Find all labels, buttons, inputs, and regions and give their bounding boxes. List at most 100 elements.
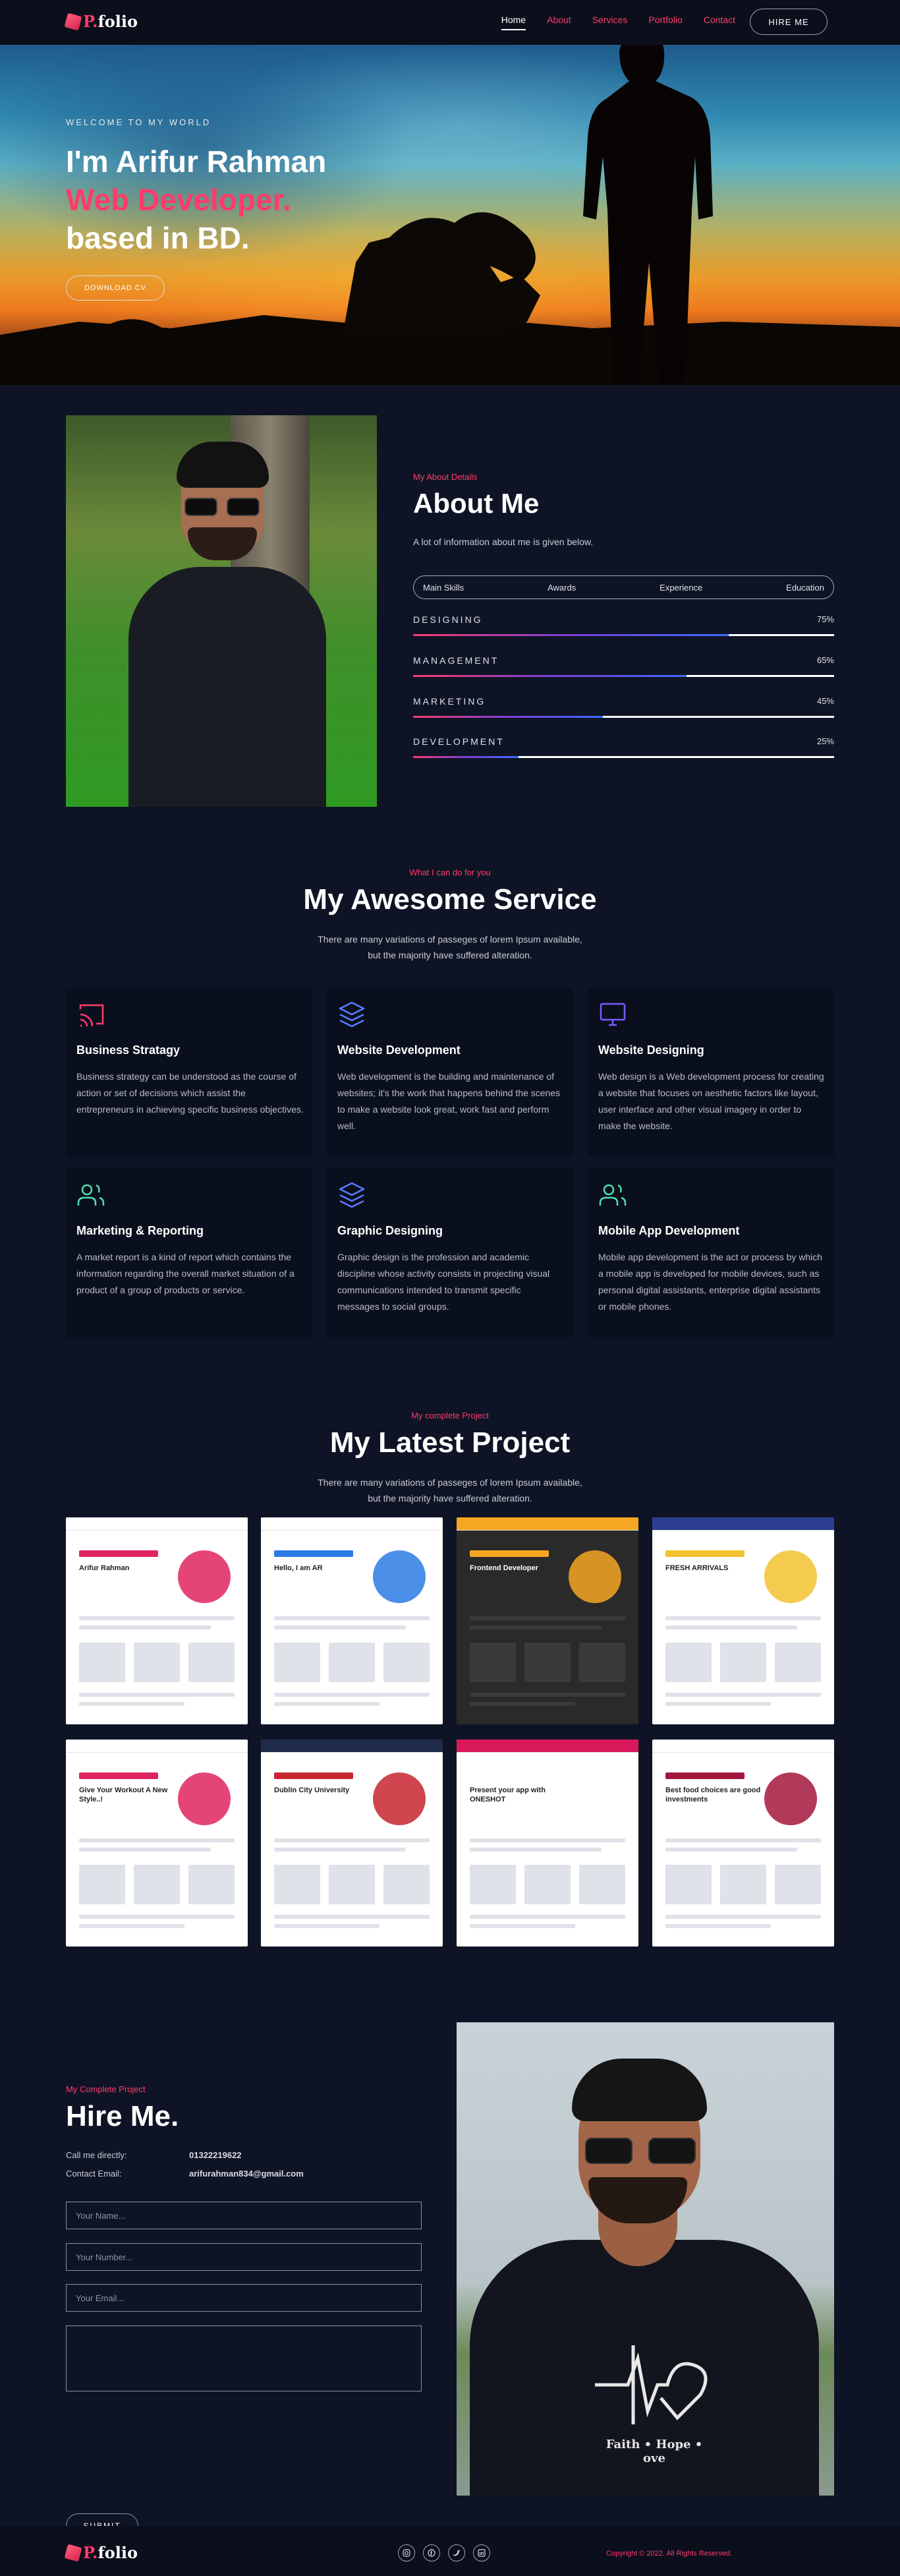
service-text: Business strategy can be understood as t… [76,1071,304,1115]
nav-link-portfolio[interactable]: Portfolio [648,15,682,30]
service-title: Mobile App Development [598,1224,740,1237]
project-caption: Frontend Developer [470,1564,538,1572]
users-icon [77,1184,105,1206]
project-thumbnail[interactable]: Dublin City University [261,1740,443,1947]
social-links [398,2544,490,2561]
hero-heading-location: based in BD. [66,221,250,255]
hire-me-button[interactable]: HIRE ME [750,9,828,35]
email-row: Contact Email: arifurahman834@gmail.com [66,2169,304,2179]
project-caption: Present your app with ONESHOT [470,1786,546,1803]
footer-logo[interactable]: P. folio [64,2543,138,2562]
about-description: A lot of information about me is given b… [413,537,594,547]
monitor-icon [600,1003,626,1026]
shirt-heartbeat-graphic [595,2345,708,2424]
logo-mark: P. [83,12,98,31]
project-caption: Arifur Rahman [79,1564,130,1572]
services-kicker: What I can do for you [409,867,491,877]
skill-percent: 25% [816,736,834,746]
skill-row: MANAGEMENT 65% [413,655,834,677]
skill-row: DEVELOPMENT 25% [413,736,834,758]
project-caption: Dublin City University [274,1786,350,1794]
hero-heading-role: Web Developer. [66,183,291,217]
projects-subtitle-2: but the majority have suffered alteratio… [368,1493,532,1504]
hero-banner: WELCOME TO MY WORLD I'm Arifur Rahman We… [0,45,900,385]
message-textarea[interactable] [66,2326,422,2391]
footer: P. folio Copyright © 2022. All Rights Re… [0,2526,900,2576]
hire-photo: Faith • Hope • ove [457,2022,834,2496]
phone-row: Call me directly: 01322219622 [66,2150,242,2160]
skill-name: MANAGEMENT [413,655,499,666]
phone-value[interactable]: 01322219622 [189,2150,242,2160]
project-thumbnail[interactable]: Frontend Developer [457,1517,638,1724]
skill-percent: 45% [816,696,834,706]
email-input[interactable] [66,2284,422,2312]
projects-subtitle-1: There are many variations of passeges of… [318,1477,582,1488]
facebook-icon[interactable] [423,2544,440,2561]
project-thumbnail[interactable]: Give Your Workout A New Style..! [66,1740,248,1947]
email-label: Contact Email: [66,2169,122,2179]
nav-link-home[interactable]: Home [501,15,526,30]
about-tabs: Main Skills Awards Experience Education [413,575,834,599]
project-thumbnail[interactable]: Best food choices are good investments [652,1740,834,1947]
project-thumbnail[interactable]: Hello, I am AR [261,1517,443,1724]
skill-row: DESIGNING 75% [413,614,834,636]
tab-awards[interactable]: Awards [548,583,576,593]
skill-percent: 65% [816,655,834,665]
logo[interactable]: P. folio [64,12,138,31]
service-title: Marketing & Reporting [76,1224,204,1237]
copyright: Copyright © 2022. All Rights Reserved. [606,2550,732,2558]
logo-mark: P. [83,2543,98,2562]
linkedin-icon[interactable] [473,2544,490,2561]
name-input[interactable] [66,2202,422,2229]
logo-text: folio [98,2543,138,2562]
main-menu: Home About Services Portfolio Contact [501,15,735,30]
service-card: Mobile App Development Mobile app develop… [588,1169,834,1337]
top-navbar: P. folio Home About Services Portfolio C… [0,0,900,45]
service-card: Marketing & Reporting A market report is … [66,1169,312,1337]
about-title: About Me [413,488,540,519]
project-thumbnail[interactable]: Arifur Rahman [66,1517,248,1724]
services-subtitle-2: but the majority have suffered alteratio… [368,950,532,960]
instagram-icon[interactable] [398,2544,415,2561]
users-icon [599,1184,627,1206]
about-kicker: My About Details [413,472,478,482]
project-caption: Best food choices are good investments [665,1786,761,1803]
services-title: My Awesome Service [303,883,597,916]
logo-cube-icon [64,2544,82,2561]
skill-name: DEVELOPMENT [413,736,505,747]
service-title: Website Designing [598,1043,704,1057]
service-text: Graphic design is the profession and aca… [337,1252,550,1312]
project-thumbnail[interactable]: Present your app with ONESHOT [457,1740,638,1947]
tab-experience[interactable]: Experience [660,583,702,593]
tab-main-skills[interactable]: Main Skills [423,583,464,593]
service-title: Graphic Designing [337,1224,443,1237]
service-card: Business Stratagy Business strategy can b… [66,988,312,1157]
nav-link-about[interactable]: About [547,15,571,30]
number-input[interactable] [66,2243,422,2271]
services-subtitle-1: There are many variations of passeges of… [318,934,582,945]
skill-bar-fill [413,716,603,718]
service-title: Business Stratagy [76,1043,181,1057]
portfolio-page: P. folio Home About Services Portfolio C… [0,0,900,2576]
project-caption: Give Your Workout A New Style..! [79,1786,168,1803]
skill-bar [413,716,834,718]
service-title: Website Development [337,1043,461,1057]
nav-link-contact[interactable]: Contact [704,15,735,30]
projects-kicker: My complete Project [411,1411,489,1420]
project-thumbnail[interactable]: FRESH ARRIVALS [652,1517,834,1724]
skill-bar [413,675,834,677]
service-text: Mobile app development is the act or pro… [598,1252,823,1312]
nav-link-services[interactable]: Services [592,15,628,30]
cast-icon [79,1004,104,1027]
service-text: Web design is a Web development process … [598,1071,824,1131]
tab-education[interactable]: Education [786,583,824,593]
email-value[interactable]: arifurahman834@gmail.com [189,2169,304,2179]
hero-welcome: WELCOME TO MY WORLD [66,117,211,127]
download-cv-button[interactable]: DOWNLOAD CV [66,276,165,301]
project-caption: FRESH ARRIVALS [665,1564,729,1572]
hero-heading-name: I'm Arifur Rahman [66,144,327,179]
twitter-icon[interactable] [448,2544,465,2561]
service-text: A market report is a kind of report whic… [76,1252,295,1295]
service-card: Website Designing Web design is a Web dev… [588,988,834,1157]
skill-bar [413,756,834,758]
